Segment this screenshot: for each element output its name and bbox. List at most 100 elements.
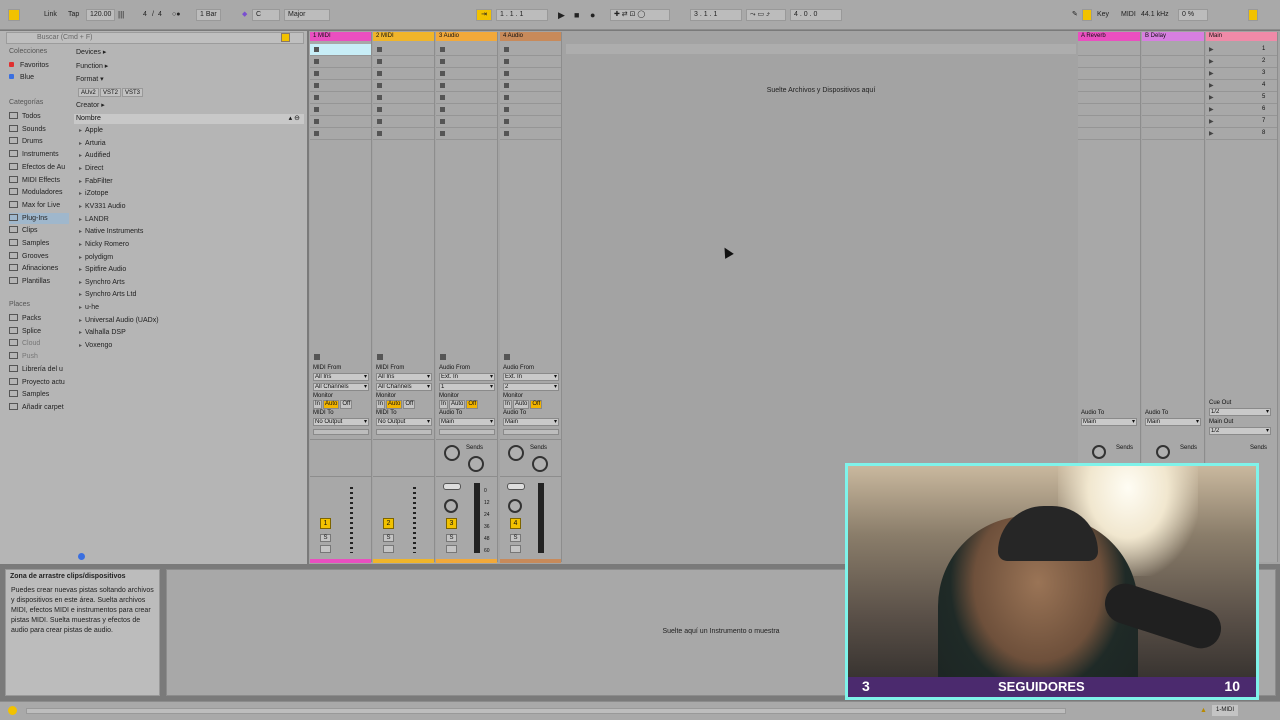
clip-slot[interactable]	[436, 56, 497, 68]
category-item[interactable]: Afinaciones	[9, 263, 69, 274]
overdub-controls[interactable]: ✚ ⇄ ⊡ ◯	[610, 9, 670, 21]
filter-toggle-icon[interactable]	[281, 33, 290, 42]
clip-stop-icon[interactable]	[314, 47, 319, 52]
scene-launch-icon[interactable]: ▶	[1209, 118, 1214, 125]
clip-stop-icon[interactable]	[440, 119, 445, 124]
key-map-icon[interactable]	[1082, 9, 1092, 21]
category-item[interactable]: MIDI Effects	[9, 175, 69, 186]
format-tag-auv2[interactable]: AUv2	[78, 88, 99, 97]
scale-select[interactable]: Major	[284, 9, 330, 21]
track-activator-button[interactable]: 1	[320, 518, 331, 529]
clip-slot[interactable]	[310, 92, 371, 104]
monitor-option[interactable]: Off	[466, 400, 479, 409]
category-item[interactable]: Sounds	[9, 124, 69, 135]
clip-slot[interactable]	[373, 44, 434, 56]
category-item[interactable]: Instruments	[9, 149, 69, 160]
channel-select[interactable]: 1	[439, 383, 495, 391]
track-up-icon[interactable]: ▲	[1200, 707, 1207, 714]
clip-stop-icon[interactable]	[504, 47, 509, 52]
clip-stop-icon[interactable]	[314, 71, 319, 76]
scene-launch-icon[interactable]: ▶	[1209, 130, 1214, 137]
view-toggle-icon[interactable]	[1248, 9, 1258, 21]
scale-mode-icon[interactable]: ◆	[242, 9, 247, 21]
clip-slot[interactable]	[373, 56, 434, 68]
loop-start-field[interactable]: 3 . 1 . 1	[690, 9, 742, 21]
channel-select[interactable]: All Channels	[376, 383, 432, 391]
clip-stop-icon[interactable]	[377, 71, 382, 76]
track-stop-button[interactable]	[314, 354, 320, 360]
clip-slot[interactable]	[436, 92, 497, 104]
nudge-icon[interactable]: |||	[118, 9, 124, 21]
scene-launch-icon[interactable]: ▶	[1209, 106, 1214, 113]
cue-out-select[interactable]: 1/2	[1209, 408, 1271, 416]
follow-icon[interactable]: ⇥	[476, 9, 492, 21]
track-stop-button[interactable]	[377, 354, 383, 360]
place-item[interactable]: Añadir carpet	[9, 402, 69, 413]
clip-slot[interactable]	[310, 80, 371, 92]
output-select[interactable]: Main	[439, 418, 495, 426]
midi-map-button[interactable]: MIDI	[1121, 9, 1136, 21]
clip-slot[interactable]	[373, 104, 434, 116]
preview-icon[interactable]	[78, 553, 85, 560]
tempo-field[interactable]: 120.00	[86, 9, 116, 21]
monitor-option[interactable]: Auto	[513, 400, 530, 409]
clip-stop-icon[interactable]	[314, 95, 319, 100]
clip-slot[interactable]	[436, 68, 497, 80]
filter-creator[interactable]: Creator ▸	[76, 101, 105, 109]
category-item[interactable]: Todos	[9, 111, 69, 122]
output-select[interactable]: Main	[503, 418, 559, 426]
category-item[interactable]: Grooves	[9, 251, 69, 262]
place-item[interactable]: Cloud	[9, 338, 69, 349]
track-activator-button[interactable]: 4	[510, 518, 521, 529]
category-item[interactable]: Max for Live	[9, 200, 69, 211]
collection-favoritos[interactable]: Favoritos	[9, 60, 69, 71]
clip-stop-icon[interactable]	[440, 95, 445, 100]
monitor-switch[interactable]: In Auto Off	[503, 400, 543, 409]
clip-slot[interactable]	[500, 56, 561, 68]
clip-stop-icon[interactable]	[504, 83, 509, 88]
monitor-option[interactable]: Off	[340, 400, 353, 409]
clip-stop-icon[interactable]	[504, 107, 509, 112]
clip-slot[interactable]	[500, 44, 561, 56]
monitor-option[interactable]: Auto	[449, 400, 466, 409]
clip-stop-icon[interactable]	[440, 131, 445, 136]
monitor-option[interactable]: Auto	[386, 400, 403, 409]
plugin-folder[interactable]: FabFilter	[79, 178, 113, 185]
plugin-folder[interactable]: Valhalla DSP	[79, 329, 126, 336]
output-select[interactable]: No Output	[376, 418, 432, 426]
clip-slot[interactable]	[373, 80, 434, 92]
time-sig-denominator[interactable]: 4	[158, 9, 162, 21]
category-item[interactable]: Drums	[9, 136, 69, 147]
clip-slot[interactable]	[373, 128, 434, 140]
scene-launch-icon[interactable]: ▶	[1209, 82, 1214, 89]
filter-format[interactable]: Format ▾	[76, 75, 104, 83]
clip-stop-icon[interactable]	[440, 71, 445, 76]
name-column-header[interactable]: Nombre ▴ ⊖	[74, 114, 304, 124]
category-item[interactable]: Plug-Ins	[9, 212, 69, 224]
clip-stop-icon[interactable]	[377, 47, 382, 52]
input-select[interactable]: Ext. In	[503, 373, 559, 381]
track-activator-button[interactable]: 2	[383, 518, 394, 529]
plugin-folder[interactable]: Apple	[79, 127, 103, 134]
volume-readout[interactable]	[443, 483, 461, 490]
status-icon[interactable]	[8, 706, 17, 715]
clip-stop-icon[interactable]	[377, 83, 382, 88]
monitor-switch[interactable]: In Auto Off	[376, 400, 416, 409]
return-header[interactable]: B Delay	[1142, 32, 1204, 41]
pan-knob[interactable]	[444, 499, 458, 513]
clip-slot[interactable]	[500, 80, 561, 92]
clip-stop-icon[interactable]	[377, 59, 382, 64]
clip-stop-icon[interactable]	[504, 95, 509, 100]
send-b-knob[interactable]	[468, 456, 484, 472]
scene-launch-icon[interactable]: ▶	[1209, 94, 1214, 101]
channel-select[interactable]: All Channels	[313, 383, 369, 391]
clip-slot[interactable]	[373, 92, 434, 104]
output-select[interactable]: Main	[1145, 418, 1201, 426]
clip-stop-icon[interactable]	[504, 119, 509, 124]
link-button[interactable]: Link	[44, 9, 57, 21]
output-channel-select[interactable]	[503, 429, 559, 435]
clip-slot[interactable]	[310, 104, 371, 116]
clip-stop-icon[interactable]	[377, 107, 382, 112]
format-tag-vst3[interactable]: VST3	[122, 88, 144, 97]
plugin-folder[interactable]: polydigm	[79, 254, 113, 261]
